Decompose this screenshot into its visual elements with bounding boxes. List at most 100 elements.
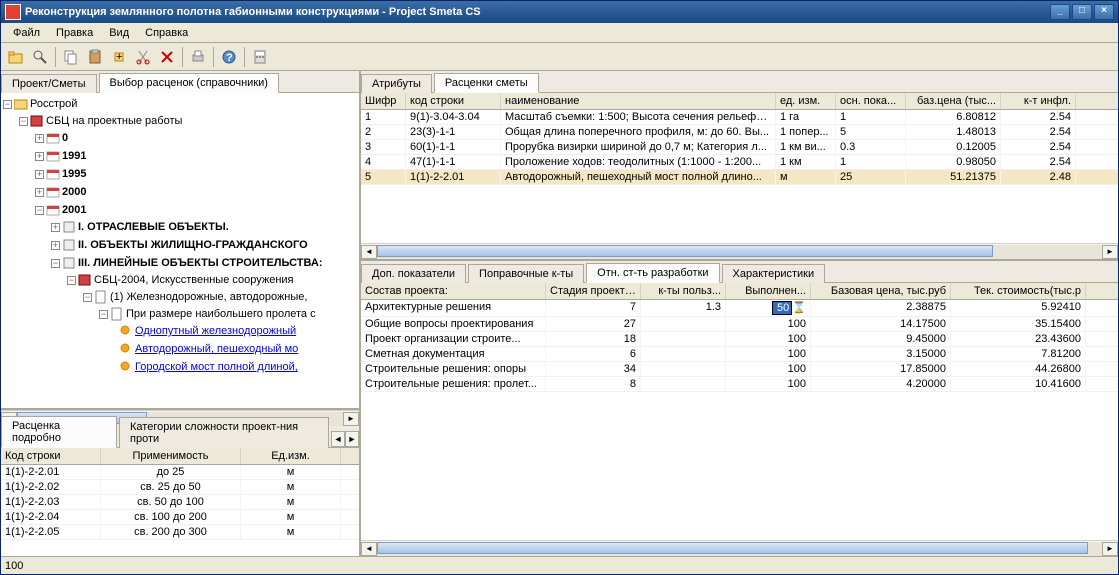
col-curprice[interactable]: Тек. стоимость(тыс.р <box>951 283 1086 299</box>
tree-leaf-2[interactable]: Автодорожный, пешеходный мо <box>135 343 298 355</box>
tree-year-1995[interactable]: 1995 <box>62 168 86 180</box>
tree-sbc[interactable]: СБЦ на проектные работы <box>46 115 182 127</box>
col-stage[interactable]: Стадия проекти... <box>546 283 641 299</box>
expand-icon[interactable]: + <box>51 223 60 232</box>
expand-icon[interactable]: − <box>99 310 108 319</box>
col-usercoef[interactable]: к-ты польз... <box>641 283 726 299</box>
tab-rates[interactable]: Выбор расценок (справочники) <box>99 73 279 93</box>
expand-icon[interactable]: − <box>67 276 76 285</box>
col-code[interactable]: Код строки <box>1 448 101 464</box>
table-row[interactable]: 360(1)-1-1Прорубка визирки шириной до 0,… <box>361 140 1118 155</box>
tab-correction[interactable]: Поправочные к-ты <box>468 264 584 283</box>
scroll-right-icon[interactable]: ► <box>1102 245 1118 259</box>
tool-search-icon[interactable] <box>29 46 51 68</box>
tab-smeta-rates[interactable]: Расценки сметы <box>434 73 539 93</box>
col-linecode[interactable]: код строки <box>406 93 501 109</box>
tool-calculator-icon[interactable] <box>249 46 271 68</box>
scroll-right-icon[interactable]: ► <box>1102 542 1118 556</box>
col-done[interactable]: Выполнен... <box>726 283 811 299</box>
table-row[interactable]: 19(1)-3.04-3.04Масштаб съемки: 1:500; Вы… <box>361 110 1118 125</box>
tab-rate-detail[interactable]: Расценка подробно <box>1 416 117 448</box>
tab-relcost[interactable]: Отн. ст-ть разработки <box>586 263 719 283</box>
tree-leaf-3[interactable]: Городской мост полной длиной, <box>135 361 298 373</box>
table-row[interactable]: Общие вопросы проектирования2710014.1750… <box>361 317 1118 332</box>
expand-icon[interactable]: + <box>35 152 44 161</box>
tool-insert-icon[interactable]: + <box>108 46 130 68</box>
table-row[interactable]: 223(3)-1-1Общая длина поперечного профил… <box>361 125 1118 140</box>
menu-help[interactable]: Справка <box>137 25 196 41</box>
scroll-thumb[interactable] <box>377 245 993 257</box>
table-row[interactable]: 1(1)-2-2.03св. 50 до 100м <box>1 495 359 510</box>
maximize-button[interactable]: □ <box>1072 4 1092 20</box>
scroll-thumb[interactable] <box>377 542 1088 554</box>
expand-icon[interactable]: − <box>3 100 12 109</box>
table-row[interactable]: 1(1)-2-2.05св. 200 до 300м <box>1 525 359 540</box>
table-row[interactable]: 1(1)-2-2.04св. 100 до 200м <box>1 510 359 525</box>
col-appl[interactable]: Применимость <box>101 448 241 464</box>
expand-icon[interactable]: + <box>51 241 60 250</box>
tree-span[interactable]: При размере наибольшего пролета с <box>126 308 316 320</box>
expand-icon[interactable]: + <box>35 134 44 143</box>
tree-leaf-1[interactable]: Однопутный железнодорожный <box>135 325 296 337</box>
table-row[interactable]: 1(1)-2-2.01до 25м <box>1 465 359 480</box>
table-row[interactable]: Сметная документация61003.150007.81200 <box>361 347 1118 362</box>
tree-year-0[interactable]: 0 <box>62 132 68 144</box>
tabnav-right-icon[interactable]: ► <box>345 431 359 447</box>
tab-project[interactable]: Проект/Сметы <box>1 74 97 93</box>
lower-hscroll[interactable]: ◄ ► <box>361 540 1118 556</box>
tree-sec1[interactable]: I. ОТРАСЛЕВЫЕ ОБЪЕКТЫ. <box>78 221 229 233</box>
expand-icon[interactable]: − <box>35 206 44 215</box>
scroll-right-icon[interactable]: ► <box>343 412 359 426</box>
tab-addind[interactable]: Доп. показатели <box>361 264 466 283</box>
col-composition[interactable]: Состав проекта: <box>361 283 546 299</box>
tree-root[interactable]: Росстрой <box>30 98 77 110</box>
expand-icon[interactable]: − <box>83 293 92 302</box>
tool-help-icon[interactable]: ? <box>218 46 240 68</box>
expand-icon[interactable]: + <box>35 188 44 197</box>
tab-attributes[interactable]: Атрибуты <box>361 74 432 93</box>
upper-hscroll[interactable]: ◄ ► <box>361 243 1118 259</box>
col-unit[interactable]: ед. изм. <box>776 93 836 109</box>
col-name[interactable]: наименование <box>501 93 776 109</box>
close-button[interactable]: × <box>1094 4 1114 20</box>
col-baseind[interactable]: осн. пока... <box>836 93 906 109</box>
expand-icon[interactable]: − <box>51 259 60 268</box>
menu-edit[interactable]: Правка <box>48 25 101 41</box>
scroll-left-icon[interactable]: ◄ <box>361 245 377 259</box>
table-row[interactable]: 1(1)-2-2.02св. 25 до 50м <box>1 480 359 495</box>
col-infl[interactable]: к-т инфл. <box>1001 93 1076 109</box>
col-baseprice[interactable]: баз.цена (тыс... <box>906 93 1001 109</box>
tree-view[interactable]: −Росстрой −СБЦ на проектные работы +0 +1… <box>1 93 359 410</box>
table-row[interactable]: Проект организации строите...181009.4500… <box>361 332 1118 347</box>
tool-cut-icon[interactable] <box>132 46 154 68</box>
expand-icon[interactable]: − <box>19 117 28 126</box>
upper-right-table[interactable]: Шифр код строки наименование ед. изм. ос… <box>361 93 1118 243</box>
tabnav-left-icon[interactable]: ◄ <box>331 431 345 447</box>
tool-paste-icon[interactable] <box>84 46 106 68</box>
col-cipher[interactable]: Шифр <box>361 93 406 109</box>
menu-file[interactable]: Файл <box>5 25 48 41</box>
table-row[interactable]: Архитектурные решения71.350⌛2.388755.924… <box>361 300 1118 317</box>
tool-open-icon[interactable] <box>5 46 27 68</box>
tool-copy-icon[interactable] <box>60 46 82 68</box>
expand-icon[interactable]: + <box>35 170 44 179</box>
tab-chars[interactable]: Характеристики <box>722 264 826 283</box>
table-row[interactable]: Строительные решения: опоры3410017.85000… <box>361 362 1118 377</box>
tree-sbc2004[interactable]: СБЦ-2004, Искусственные сооружения <box>94 274 294 286</box>
scroll-left-icon[interactable]: ◄ <box>361 542 377 556</box>
minimize-button[interactable]: _ <box>1050 4 1070 20</box>
titlebar[interactable]: Реконструкция землянного полотна габионн… <box>1 1 1118 23</box>
lower-right-table[interactable]: Состав проекта: Стадия проекти... к-ты п… <box>361 283 1118 540</box>
tree-year-2000[interactable]: 2000 <box>62 186 86 198</box>
lower-left-table[interactable]: Код строки Применимость Ед.изм. 1(1)-2-2… <box>1 448 359 556</box>
tool-print-icon[interactable] <box>187 46 209 68</box>
cell-done-editing[interactable]: 50⌛ <box>726 300 811 316</box>
table-row[interactable]: 51(1)-2-2.01Автодорожный, пешеходный мос… <box>361 170 1118 185</box>
table-row[interactable]: 447(1)-1-1Проложение ходов: теодолитных … <box>361 155 1118 170</box>
col-baseprice2[interactable]: Базовая цена, тыс.руб <box>811 283 951 299</box>
tree-year-2001[interactable]: 2001 <box>62 204 86 216</box>
col-unit[interactable]: Ед.изм. <box>241 448 341 464</box>
tree-sec3[interactable]: III. ЛИНЕЙНЫЕ ОБЪЕКТЫ СТРОИТЕЛЬСТВА: <box>78 257 323 269</box>
tree-road[interactable]: (1) Железнодорожные, автодорожные, <box>110 291 307 303</box>
tree-year-1991[interactable]: 1991 <box>62 150 86 162</box>
